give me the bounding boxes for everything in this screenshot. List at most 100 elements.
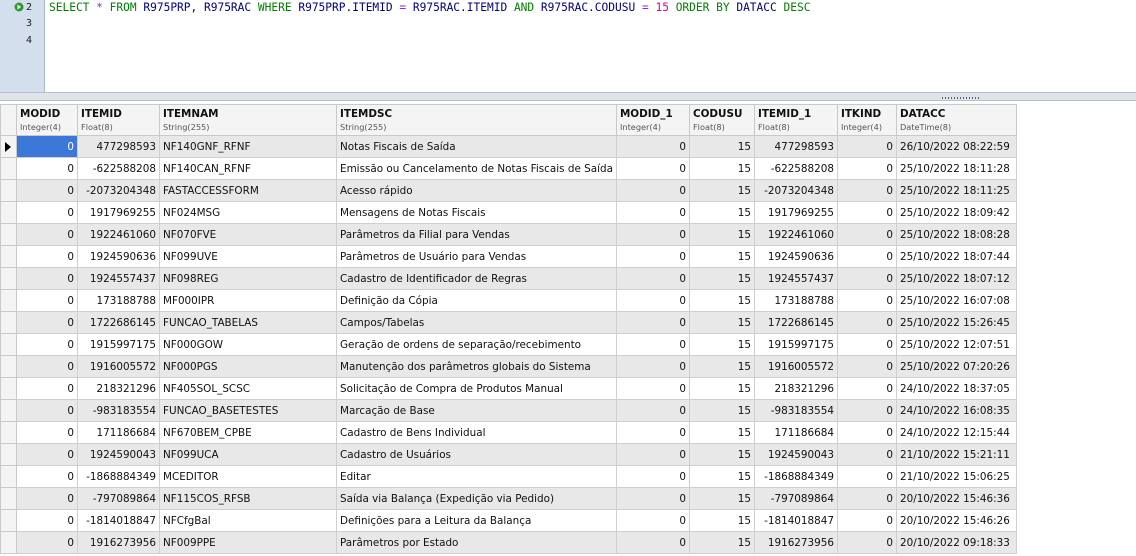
table-row[interactable]: 0 1922461060 NF070FVE Parâmetros da Filial … [0, 223, 1017, 246]
cell-itemid-1[interactable]: 1916273956 [753, 531, 838, 554]
cell-itemnam[interactable]: FUNCAO_BASETESTES [159, 399, 337, 422]
cell-codusu[interactable]: 15 [688, 223, 755, 246]
cell-modid-1[interactable]: 0 [615, 355, 690, 378]
cell-itemid[interactable]: 1916005572 [77, 355, 160, 378]
table-row[interactable]: 0 1916273956 NF009PPE Parâmetros por Estado… [0, 531, 1017, 554]
cell-datacc[interactable]: 26/10/2022 08:22:59 [895, 135, 1017, 158]
column-header-codusu[interactable]: CODUSU Float(8) [688, 104, 755, 136]
row-indicator[interactable] [0, 399, 17, 422]
cell-codusu[interactable]: 15 [688, 355, 755, 378]
table-row[interactable]: 0 -1814018847 NFCfgBal Definições para a Le… [0, 509, 1017, 532]
cell-modid[interactable]: 0 [16, 223, 78, 246]
table-row[interactable]: 0 -797089864 NF115COS_RFSB Saída via Balanç… [0, 487, 1017, 510]
cell-itemnam[interactable]: NF098REG [159, 267, 337, 290]
cell-itemdsc[interactable]: Definição da Cópia [336, 289, 617, 312]
cell-itemid[interactable]: 1924590043 [77, 443, 160, 466]
cell-codusu[interactable]: 15 [688, 311, 755, 334]
column-header-itemdsc[interactable]: ITEMDSC String(255) [336, 104, 617, 136]
cell-itemnam[interactable]: FUNCAO_TABELAS [159, 311, 337, 334]
cell-codusu[interactable]: 15 [688, 465, 755, 488]
cell-itemid[interactable]: 1917969255 [77, 201, 160, 224]
cell-modid[interactable]: 0 [16, 201, 78, 224]
row-indicator[interactable] [0, 135, 17, 158]
cell-modid[interactable]: 0 [16, 399, 78, 422]
cell-itemnam[interactable]: NF000PGS [159, 355, 337, 378]
cell-modid-1[interactable]: 0 [615, 135, 690, 158]
cell-codusu[interactable]: 15 [688, 399, 755, 422]
cell-itemdsc[interactable]: Emissão ou Cancelamento de Notas Fiscais… [336, 157, 617, 180]
table-row[interactable]: 0 171186684 NF670BEM_CPBE Cadastro de Bens … [0, 421, 1017, 444]
row-indicator[interactable] [0, 179, 17, 202]
row-indicator[interactable] [0, 223, 17, 246]
column-header-itemid-1[interactable]: ITEMID_1 Float(8) [753, 104, 838, 136]
cell-modid-1[interactable]: 0 [615, 443, 690, 466]
row-indicator[interactable] [0, 465, 17, 488]
cell-itemdsc[interactable]: Mensagens de Notas Fiscais [336, 201, 617, 224]
cell-itemid-1[interactable]: 218321296 [753, 377, 838, 400]
cell-codusu[interactable]: 15 [688, 179, 755, 202]
cell-itemdsc[interactable]: Parâmetros por Estado [336, 531, 617, 554]
cell-codusu[interactable]: 15 [688, 267, 755, 290]
cell-itemid[interactable]: 1722686145 [77, 311, 160, 334]
row-indicator[interactable] [0, 487, 17, 510]
cell-modid[interactable]: 0 [16, 157, 78, 180]
results-grid[interactable]: MODID Integer(4) ITEMID Float(8) ITEMNAM St… [0, 104, 1136, 556]
cell-itemid[interactable]: 1915997175 [77, 333, 160, 356]
cell-codusu[interactable]: 15 [688, 487, 755, 510]
cell-datacc[interactable]: 25/10/2022 18:08:28 [895, 223, 1017, 246]
cell-itemid[interactable]: 173188788 [77, 289, 160, 312]
cell-itemid-1[interactable]: -797089864 [753, 487, 838, 510]
row-indicator[interactable] [0, 509, 17, 532]
cell-itemdsc[interactable]: Notas Fiscais de Saída [336, 135, 617, 158]
cell-datacc[interactable]: 25/10/2022 18:07:44 [895, 245, 1017, 268]
cell-codusu[interactable]: 15 [688, 509, 755, 532]
row-indicator[interactable] [0, 421, 17, 444]
cell-itemdsc[interactable]: Cadastro de Bens Individual [336, 421, 617, 444]
cell-itemdsc[interactable]: Saída via Balança (Expedição via Pedido) [336, 487, 617, 510]
cell-itkind[interactable]: 0 [836, 201, 897, 224]
cell-itemid-1[interactable]: 1722686145 [753, 311, 838, 334]
cell-itemnam[interactable]: NF000GOW [159, 333, 337, 356]
cell-modid[interactable]: 0 [16, 421, 78, 444]
cell-itemnam[interactable]: FASTACCESSFORM [159, 179, 337, 202]
cell-modid[interactable]: 0 [16, 289, 78, 312]
row-indicator[interactable] [0, 355, 17, 378]
cell-modid-1[interactable]: 0 [615, 509, 690, 532]
cell-datacc[interactable]: 25/10/2022 15:26:45 [895, 311, 1017, 334]
cell-modid-1[interactable]: 0 [615, 531, 690, 554]
cell-modid[interactable]: 0 [16, 245, 78, 268]
cell-itemnam[interactable]: MF000IPR [159, 289, 337, 312]
sql-query-line[interactable]: SELECT * FROM R975PRP, R975RAC WHERE R97… [49, 1, 810, 15]
cell-modid-1[interactable]: 0 [615, 487, 690, 510]
cell-itkind[interactable]: 0 [836, 179, 897, 202]
column-header-itemnam[interactable]: ITEMNAM String(255) [159, 104, 337, 136]
cell-itemnam[interactable]: MCEDITOR [159, 465, 337, 488]
cell-datacc[interactable]: 24/10/2022 18:37:05 [895, 377, 1017, 400]
cell-itkind[interactable]: 0 [836, 531, 897, 554]
cell-itemdsc[interactable]: Cadastro de Identificador de Regras [336, 267, 617, 290]
cell-modid-1[interactable]: 0 [615, 267, 690, 290]
row-indicator[interactable] [0, 311, 17, 334]
cell-itkind[interactable]: 0 [836, 245, 897, 268]
cell-itkind[interactable]: 0 [836, 311, 897, 334]
cell-itemdsc[interactable]: Acesso rápido [336, 179, 617, 202]
cell-itemid[interactable]: 171186684 [77, 421, 160, 444]
column-header-itkind[interactable]: ITKIND Integer(4) [836, 104, 897, 136]
cell-modid[interactable]: 0 [16, 179, 78, 202]
cell-itkind[interactable]: 0 [836, 465, 897, 488]
column-header-itemid[interactable]: ITEMID Float(8) [77, 104, 160, 136]
cell-itkind[interactable]: 0 [836, 135, 897, 158]
cell-itemdsc[interactable]: Campos/Tabelas [336, 311, 617, 334]
cell-itemid[interactable]: -797089864 [77, 487, 160, 510]
cell-itemid[interactable]: -1814018847 [77, 509, 160, 532]
cell-itemid-1[interactable]: 477298593 [753, 135, 838, 158]
cell-itemid-1[interactable]: 1915997175 [753, 333, 838, 356]
cell-modid-1[interactable]: 0 [615, 421, 690, 444]
cell-datacc[interactable]: 21/10/2022 15:21:11 [895, 443, 1017, 466]
cell-datacc[interactable]: 25/10/2022 18:11:28 [895, 157, 1017, 180]
cell-itkind[interactable]: 0 [836, 333, 897, 356]
cell-itkind[interactable]: 0 [836, 289, 897, 312]
cell-itemid-1[interactable]: 1924590043 [753, 443, 838, 466]
cell-itemnam[interactable]: NF140CAN_RFNF [159, 157, 337, 180]
cell-modid-1[interactable]: 0 [615, 465, 690, 488]
